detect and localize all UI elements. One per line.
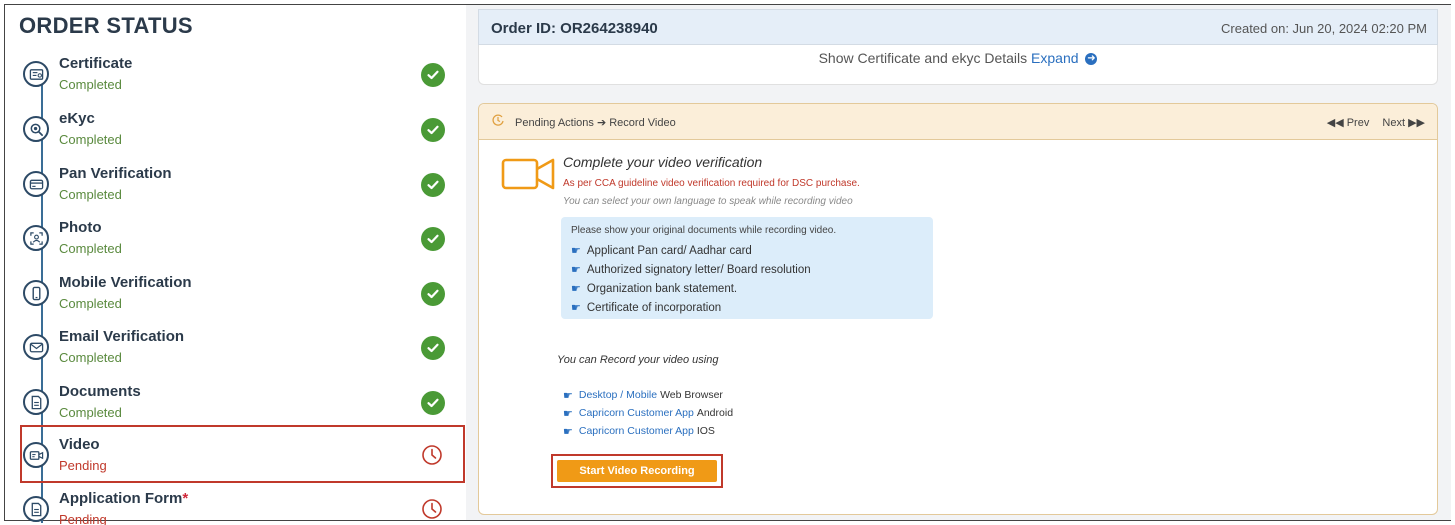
- step-status: Completed: [59, 241, 122, 256]
- order-detail-panel: Order ID: OR264238940 Created on: Jun 20…: [466, 5, 1451, 520]
- start-video-recording-button[interactable]: Start Video Recording: [557, 460, 717, 482]
- document-label: Organization bank statement.: [586, 282, 738, 295]
- step-name: Email Verification: [59, 328, 185, 345]
- documents-intro: Please show your original documents whil…: [571, 225, 837, 236]
- step-name: Application Form*: [59, 490, 188, 507]
- start-recording-highlight: Start Video Recording: [551, 454, 723, 488]
- certificate-icon: [23, 61, 49, 87]
- photo-icon: [23, 225, 49, 251]
- check-icon: [421, 118, 445, 142]
- step-pan-verification[interactable]: Pan Verification Completed: [5, 163, 465, 217]
- document-item: ☛ Organization bank statement.: [571, 279, 811, 298]
- pointing-hand-icon: ☛: [571, 302, 581, 314]
- step-name: eKyc: [59, 110, 95, 127]
- step-status: Pending: [59, 512, 107, 525]
- video-step-highlight: [20, 425, 465, 483]
- pending-icon: [492, 114, 504, 126]
- card-icon: [23, 171, 49, 197]
- check-icon: [421, 173, 445, 197]
- pointing-hand-icon: ☛: [563, 389, 573, 402]
- pending-action-card: Pending Actions ➔ Record Video ◀◀ Prev N…: [478, 103, 1438, 515]
- check-icon: [421, 227, 445, 251]
- video-camera-icon: [501, 158, 555, 190]
- step-name: Mobile Verification: [59, 274, 192, 291]
- document-item: ☛ Certificate of incorporation: [571, 298, 811, 317]
- required-asterisk: *: [182, 490, 189, 507]
- documents-box: Please show your original documents whil…: [561, 217, 933, 319]
- magnifier-icon: [23, 116, 49, 142]
- pending-current-action: Record Video: [609, 117, 676, 129]
- record-option: ☛ Capricorn Customer App Android: [563, 404, 733, 422]
- document-item: ☛ Applicant Pan card/ Aadhar card: [571, 241, 811, 260]
- step-status: Completed: [59, 405, 122, 420]
- mobile-icon: [23, 280, 49, 306]
- step-certificate[interactable]: Certificate Completed: [5, 53, 465, 107]
- language-note: You can select your own language to spea…: [563, 196, 853, 207]
- prev-button[interactable]: ◀◀ Prev: [1327, 117, 1370, 129]
- order-status-title: ORDER STATUS: [19, 13, 193, 38]
- created-date: Created on: Jun 20, 2024 02:20 PM: [1221, 21, 1427, 36]
- pointing-hand-icon: ☛: [571, 283, 581, 295]
- pending-actions-bar: Pending Actions ➔ Record Video ◀◀ Prev N…: [479, 104, 1437, 140]
- record-option-link[interactable]: Capricorn Customer App: [579, 407, 694, 419]
- record-options-list: ☛ Desktop / Mobile Web Browser ☛ Capricorn …: [563, 386, 733, 440]
- check-icon: [421, 391, 445, 415]
- expand-icon[interactable]: ➜: [1085, 53, 1098, 66]
- order-header: Order ID: OR264238940 Created on: Jun 20…: [478, 9, 1438, 45]
- pending-nav: ◀◀ Prev Next ▶▶: [1317, 116, 1425, 129]
- step-status: Completed: [59, 350, 122, 365]
- form-icon: [23, 496, 49, 522]
- step-status: Completed: [59, 187, 122, 202]
- pointing-hand-icon: ☛: [571, 245, 581, 257]
- check-icon: [421, 336, 445, 360]
- certificate-details-label: Show Certificate and ekyc Details: [818, 50, 1028, 66]
- step-photo[interactable]: Photo Completed: [5, 217, 465, 271]
- step-name: Pan Verification: [59, 165, 172, 182]
- video-verification-title: Complete your video verification: [563, 154, 763, 170]
- step-name: Certificate: [59, 55, 133, 72]
- pointing-hand-icon: ☛: [563, 407, 573, 420]
- cca-guideline-note: As per CCA guideline video verification …: [563, 178, 860, 189]
- pending-actions-label: Pending Actions: [515, 117, 594, 129]
- certificate-details-bar: Show Certificate and ekyc Details Expand…: [478, 45, 1438, 85]
- step-name: Documents: [59, 383, 141, 400]
- record-option: ☛ Desktop / Mobile Web Browser: [563, 386, 733, 404]
- step-status: Completed: [59, 77, 122, 92]
- check-icon: [421, 63, 445, 87]
- documents-list: ☛ Applicant Pan card/ Aadhar card ☛ Author…: [571, 241, 811, 317]
- document-icon: [23, 389, 49, 415]
- pointing-hand-icon: ☛: [571, 264, 581, 276]
- clock-icon: [421, 498, 445, 522]
- pointing-hand-icon: ☛: [563, 425, 573, 438]
- record-option-link[interactable]: Desktop / Mobile: [579, 389, 657, 401]
- next-button[interactable]: Next ▶▶: [1382, 117, 1425, 129]
- arrow-right-icon: ➔: [596, 117, 607, 129]
- record-option: ☛ Capricorn Customer App IOS: [563, 422, 733, 440]
- record-option-link[interactable]: Capricorn Customer App: [579, 425, 694, 437]
- document-label: Certificate of incorporation: [586, 301, 722, 314]
- certificate-details-text: Show Certificate and ekyc Details Expand…: [479, 50, 1437, 66]
- record-option-text: IOS: [696, 425, 715, 437]
- step-status: Completed: [59, 296, 122, 311]
- step-status: Completed: [59, 132, 122, 147]
- step-email-verification[interactable]: Email Verification Completed: [5, 326, 465, 380]
- step-application-form[interactable]: Application Form* Pending: [5, 488, 465, 525]
- document-label: Applicant Pan card/ Aadhar card: [586, 244, 752, 257]
- step-name: Photo: [59, 219, 102, 236]
- step-name-text: Application Form: [59, 490, 183, 507]
- document-item: ☛ Authorized signatory letter/ Board reso…: [571, 260, 811, 279]
- expand-link[interactable]: Expand: [1031, 50, 1078, 66]
- check-icon: [421, 282, 445, 306]
- document-label: Authorized signatory letter/ Board resol…: [586, 263, 811, 276]
- order-id: Order ID: OR264238940: [491, 20, 658, 37]
- record-using-label: You can Record your video using: [557, 354, 719, 366]
- step-mobile-verification[interactable]: Mobile Verification Completed: [5, 272, 465, 326]
- record-option-text: Android: [696, 407, 734, 419]
- email-icon: [23, 334, 49, 360]
- order-status-panel: ORDER STATUS Certificate Completed eKyc …: [5, 5, 465, 525]
- step-ekyc[interactable]: eKyc Completed: [5, 108, 465, 162]
- record-option-text: Web Browser: [660, 389, 723, 401]
- pending-breadcrumb: Pending Actions ➔ Record Video: [515, 116, 676, 129]
